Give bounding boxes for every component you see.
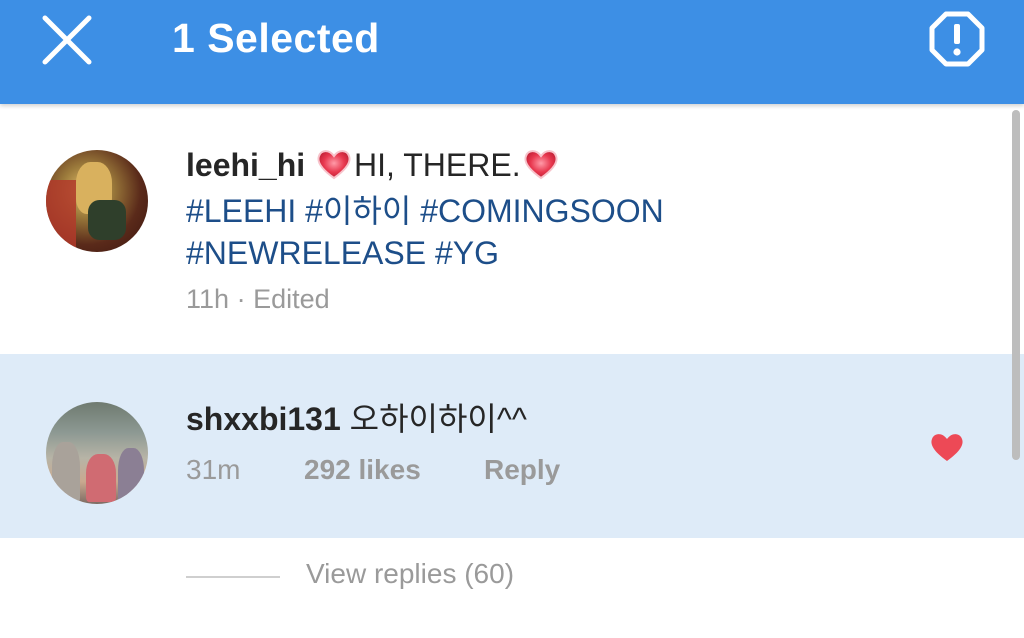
edited-label: Edited	[253, 284, 330, 314]
selection-action-bar: 1 Selected	[0, 0, 1024, 104]
comment-like-button[interactable]	[924, 426, 970, 468]
caption-timestamp: 11h	[186, 284, 230, 314]
heart-emoji-icon	[523, 148, 559, 190]
replies-divider	[186, 576, 280, 578]
hashtag-link[interactable]: #NEWRELEASE	[186, 235, 426, 271]
meta-separator: ·	[236, 284, 246, 314]
caption-row: leehi_hi HI, THERE. #LEEHI #이하이 #COMINGS…	[0, 104, 1024, 354]
report-octagon-icon	[929, 11, 985, 67]
report-button[interactable]	[924, 6, 990, 72]
scrollbar[interactable]	[1012, 110, 1020, 460]
selection-count-title: 1 Selected	[172, 15, 380, 61]
heart-filled-icon	[931, 434, 963, 461]
avatar[interactable]	[46, 150, 148, 252]
comments-screen: 1 Selected leehi_hi HI, THERE. #LEEHI #이…	[0, 0, 1024, 638]
comment-row-selected[interactable]: shxxbi131 오하이하이^^ 31m 292 likes Reply	[0, 354, 1024, 538]
close-icon	[42, 15, 92, 65]
comment-likes-count[interactable]: 292 likes	[304, 454, 484, 486]
hashtag-list: #LEEHI #이하이 #COMINGSOON #NEWRELEASE #YG	[186, 193, 664, 271]
hashtag-link[interactable]: #LEEHI	[186, 193, 296, 229]
caption-body: HI, THERE.	[354, 147, 521, 183]
close-selection-button[interactable]	[34, 10, 100, 70]
hashtag-link[interactable]: #YG	[435, 235, 499, 271]
caption-text: leehi_hi HI, THERE. #LEEHI #이하이 #COMINGS…	[186, 144, 946, 274]
heart-emoji-icon	[316, 148, 352, 190]
hashtag-link[interactable]: #COMINGSOON	[420, 193, 664, 229]
hashtag-link[interactable]: #이하이	[305, 193, 411, 229]
comment-timestamp: 31m	[186, 454, 241, 485]
comment-meta: 31m 292 likes Reply	[186, 454, 560, 486]
caption-meta: 11h · Edited	[186, 284, 330, 315]
avatar[interactable]	[46, 402, 148, 504]
view-replies-button[interactable]: View replies (60)	[306, 558, 514, 590]
caption-username[interactable]: leehi_hi	[186, 147, 305, 183]
view-replies-row: View replies (60)	[0, 538, 1024, 638]
comment-body: 오하이하이^^	[349, 401, 527, 437]
reply-button[interactable]: Reply	[484, 454, 560, 486]
comment-username[interactable]: shxxbi131	[186, 401, 341, 437]
comment-text: shxxbi131 오하이하이^^	[186, 398, 527, 440]
